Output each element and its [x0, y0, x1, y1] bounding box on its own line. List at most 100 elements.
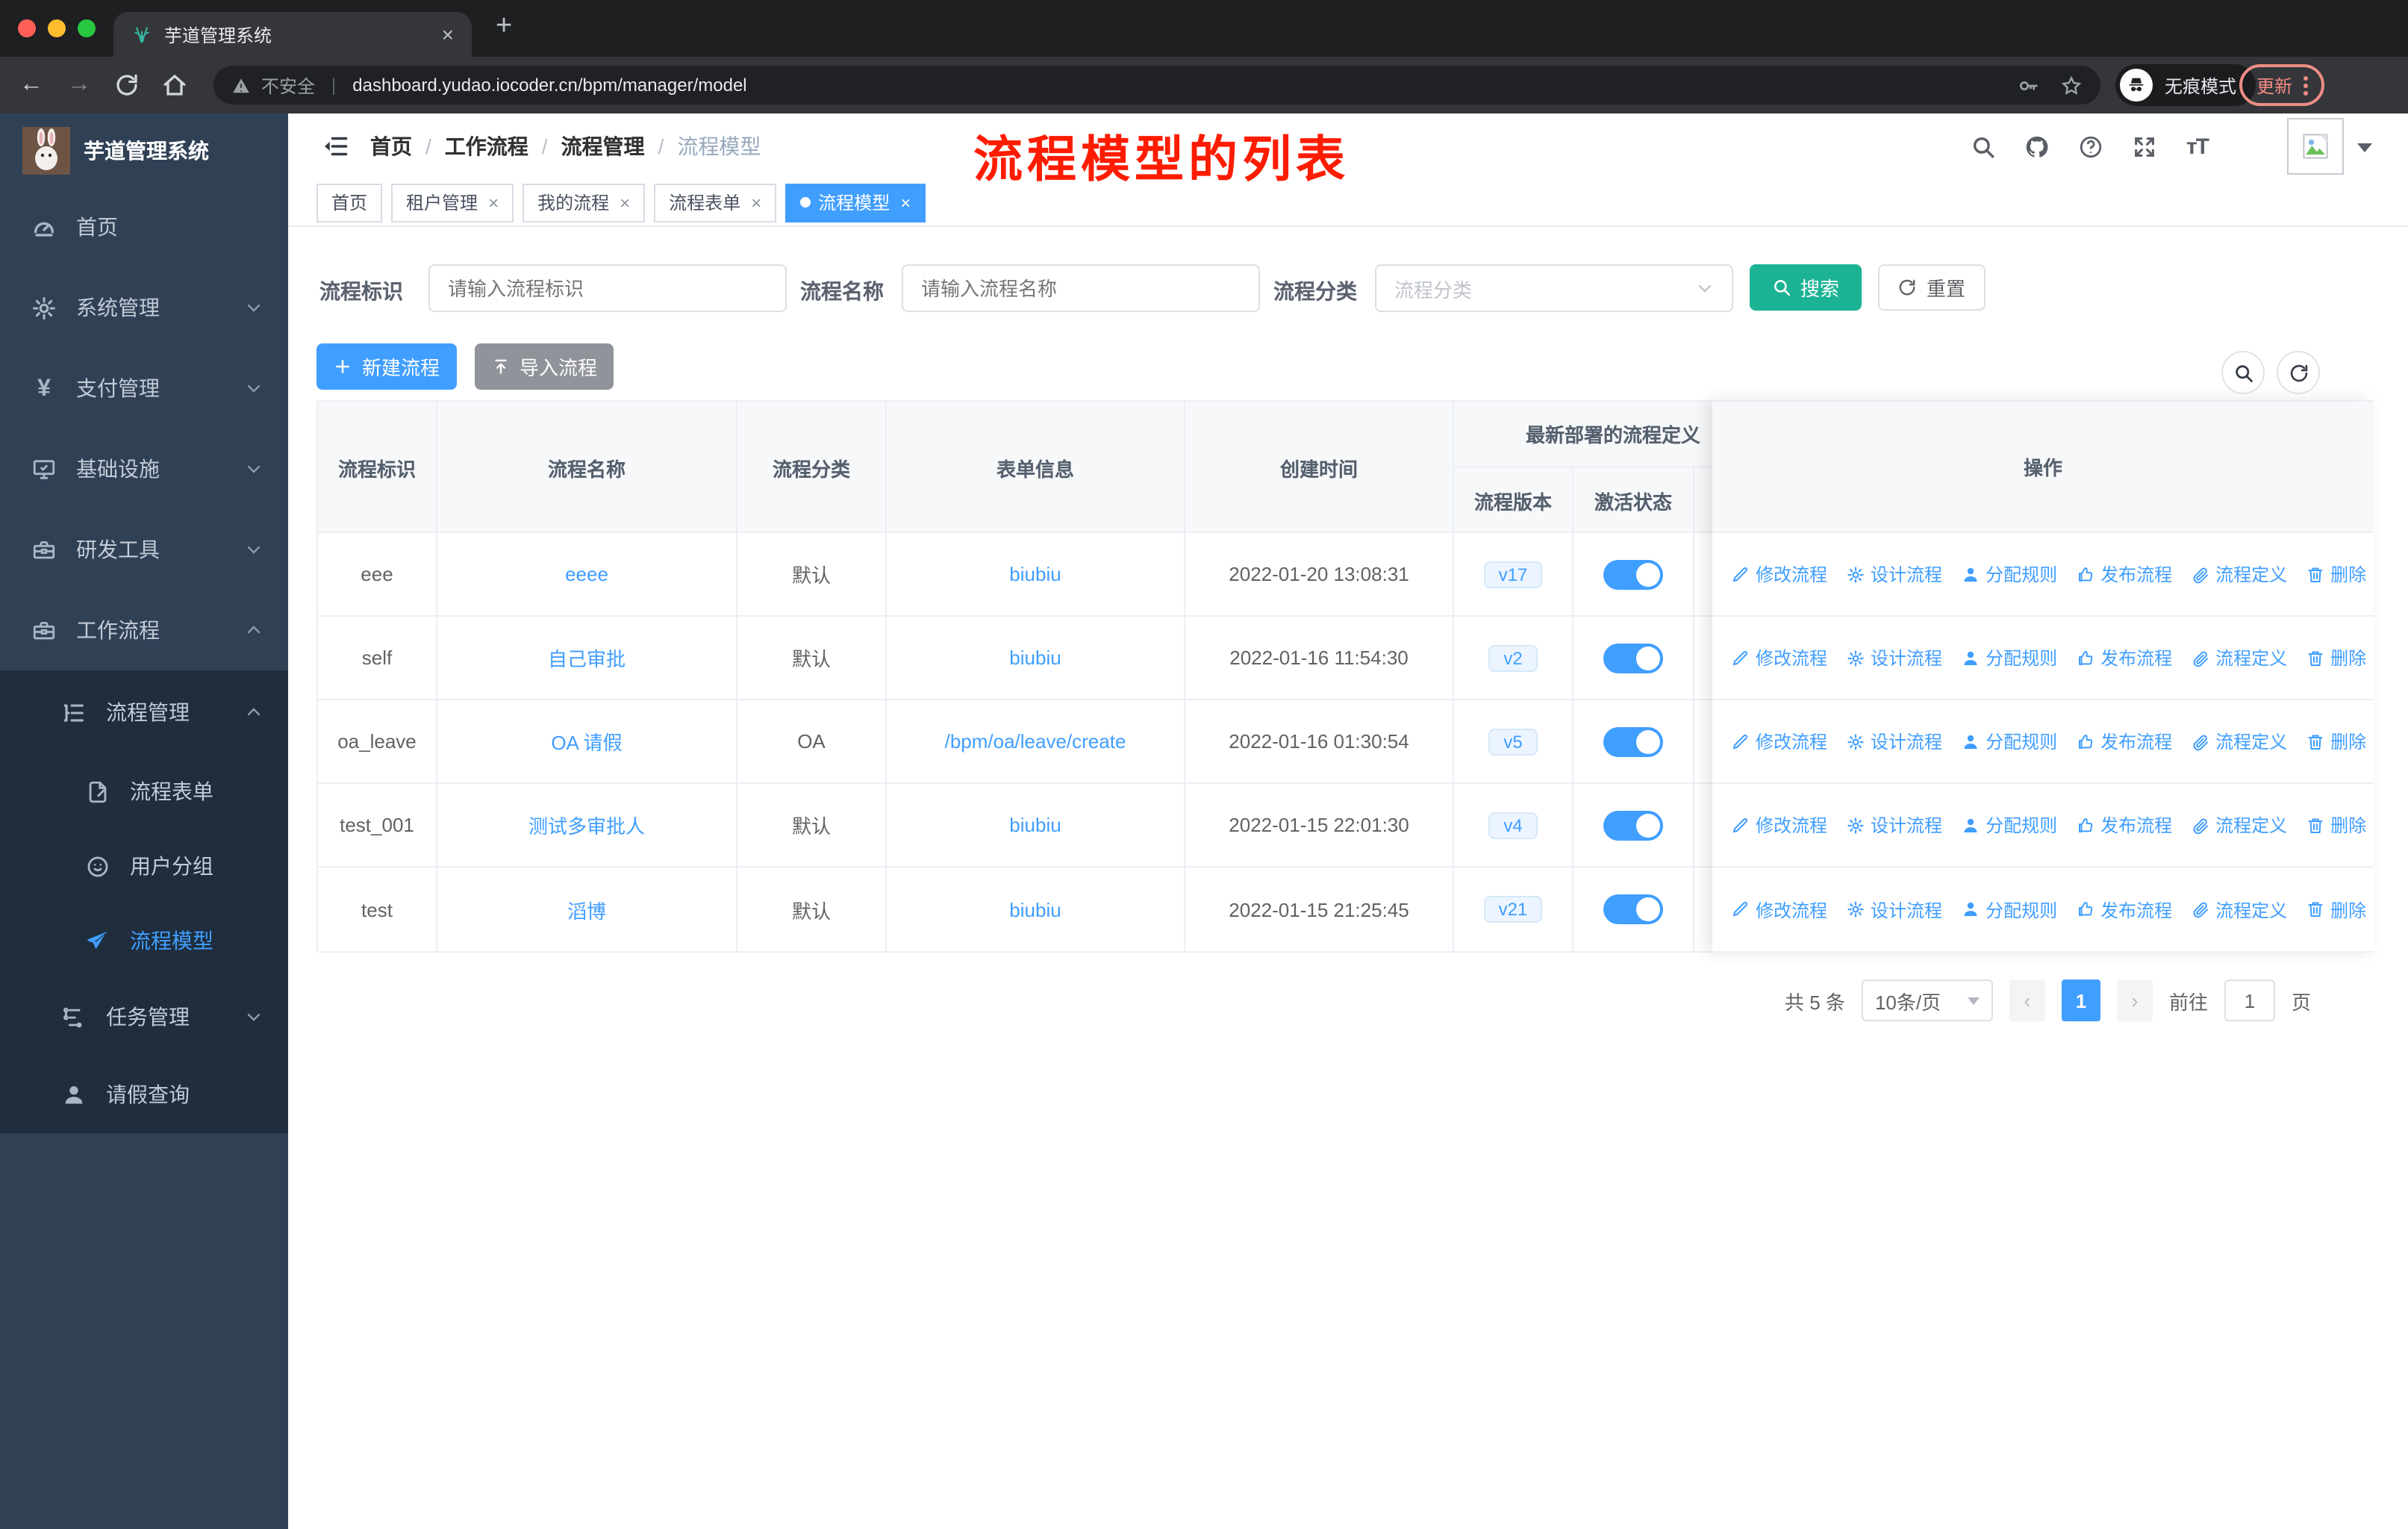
- breadcrumb-item[interactable]: 首页: [370, 131, 412, 161]
- active-toggle[interactable]: [1603, 810, 1663, 840]
- address-bar[interactable]: 不安全 | dashboard.yudao.iocoder.cn/bpm/man…: [213, 66, 2100, 105]
- cell-form-link[interactable]: biubiu: [887, 784, 1185, 866]
- cell-name-link[interactable]: OA 请假: [437, 700, 737, 782]
- tag-tenant[interactable]: 租户管理 ×: [391, 183, 514, 222]
- sidebar-item-devtools[interactable]: 研发工具: [0, 509, 288, 590]
- next-page-button[interactable]: ›: [2116, 980, 2153, 1021]
- process-definition-link[interactable]: 流程定义: [2192, 812, 2287, 838]
- hide-search-button[interactable]: [2221, 351, 2265, 394]
- fullscreen-icon[interactable]: [2133, 134, 2158, 159]
- reset-button[interactable]: 重置: [1878, 264, 1986, 311]
- tag-close-icon[interactable]: ×: [751, 192, 761, 213]
- sidebar-item-process-model[interactable]: 流程模型: [0, 903, 288, 978]
- design-process-link[interactable]: 设计流程: [1847, 561, 1942, 587]
- design-process-link[interactable]: 设计流程: [1847, 812, 1942, 838]
- back-icon[interactable]: ←: [18, 72, 45, 99]
- browser-tab[interactable]: 芋道管理系统 ×: [113, 12, 472, 57]
- close-window-button[interactable]: [18, 19, 36, 37]
- assign-rule-link[interactable]: 分配规则: [1962, 729, 2057, 754]
- cell-name-link[interactable]: eeee: [437, 533, 737, 615]
- publish-process-link[interactable]: 发布流程: [2077, 897, 2172, 922]
- publish-process-link[interactable]: 发布流程: [2077, 729, 2172, 754]
- goto-page-input[interactable]: 1: [2224, 980, 2275, 1021]
- publish-process-link[interactable]: 发布流程: [2077, 812, 2172, 838]
- cell-name-link[interactable]: 自己审批: [437, 617, 737, 699]
- font-size-icon[interactable]: тT: [2186, 134, 2209, 159]
- reload-icon[interactable]: [113, 72, 140, 99]
- cell-form-link[interactable]: biubiu: [887, 533, 1185, 615]
- active-toggle[interactable]: [1603, 643, 1663, 673]
- cell-name-link[interactable]: 测试多审批人: [437, 784, 737, 866]
- delete-link[interactable]: 删除: [2306, 897, 2366, 922]
- new-tab-button[interactable]: +: [496, 10, 512, 43]
- design-process-link[interactable]: 设计流程: [1847, 729, 1942, 754]
- assign-rule-link[interactable]: 分配规则: [1962, 897, 2057, 922]
- password-key-icon[interactable]: [2017, 74, 2039, 96]
- sidebar-item-process-form[interactable]: 流程表单: [0, 754, 288, 829]
- design-process-link[interactable]: 设计流程: [1847, 645, 1942, 670]
- cell-form-link[interactable]: biubiu: [887, 617, 1185, 699]
- active-toggle[interactable]: [1603, 726, 1663, 756]
- publish-process-link[interactable]: 发布流程: [2077, 561, 2172, 587]
- sidebar-item-payment[interactable]: ¥ 支付管理: [0, 348, 288, 429]
- tab-close-icon[interactable]: ×: [442, 24, 454, 45]
- process-definition-link[interactable]: 流程定义: [2192, 897, 2287, 922]
- minimize-window-button[interactable]: [48, 19, 66, 37]
- prev-page-button[interactable]: ‹: [2009, 980, 2045, 1021]
- collapse-sidebar-icon[interactable]: [322, 133, 349, 160]
- sidebar-item-user-group[interactable]: 用户分组: [0, 829, 288, 903]
- delete-link[interactable]: 删除: [2306, 812, 2366, 838]
- github-icon[interactable]: [2025, 134, 2050, 159]
- tag-close-icon[interactable]: ×: [900, 192, 911, 213]
- category-select[interactable]: 流程分类: [1375, 264, 1733, 312]
- modify-process-link[interactable]: 修改流程: [1732, 645, 1827, 670]
- page-size-select[interactable]: 10条/页: [1861, 980, 1993, 1021]
- home-icon[interactable]: [161, 72, 188, 99]
- cell-form-link[interactable]: /bpm/oa/leave/create: [887, 700, 1185, 782]
- cell-form-link[interactable]: biubiu: [887, 868, 1185, 951]
- design-process-link[interactable]: 设计流程: [1847, 897, 1942, 922]
- assign-rule-link[interactable]: 分配规则: [1962, 645, 2057, 670]
- process-definition-link[interactable]: 流程定义: [2192, 561, 2287, 587]
- search-icon[interactable]: [1971, 134, 1997, 159]
- process-definition-link[interactable]: 流程定义: [2192, 729, 2287, 754]
- current-page-button[interactable]: 1: [2061, 980, 2100, 1021]
- sidebar-item-system[interactable]: 系统管理: [0, 267, 288, 348]
- tag-my-process[interactable]: 我的流程 ×: [523, 183, 646, 222]
- bookmark-star-icon[interactable]: [2060, 74, 2083, 96]
- sidebar-item-workflow[interactable]: 工作流程: [0, 590, 288, 670]
- tag-process-model[interactable]: 流程模型 ×: [785, 183, 926, 222]
- breadcrumb-item[interactable]: 流程管理: [561, 131, 645, 161]
- import-process-button[interactable]: 导入流程: [475, 343, 614, 390]
- cell-name-link[interactable]: 滔博: [437, 868, 737, 951]
- sidebar-item-leave-query[interactable]: 请假查询: [0, 1056, 288, 1133]
- forward-icon[interactable]: →: [66, 72, 93, 99]
- sidebar-item-task-management[interactable]: 任务管理: [0, 978, 288, 1056]
- assign-rule-link[interactable]: 分配规则: [1962, 812, 2057, 838]
- create-process-button[interactable]: 新建流程: [316, 343, 457, 390]
- sidebar-item-infra[interactable]: 基础设施: [0, 429, 288, 509]
- sidebar-item-process-management[interactable]: 流程管理: [0, 670, 288, 754]
- active-toggle[interactable]: [1603, 894, 1663, 924]
- process-definition-link[interactable]: 流程定义: [2192, 645, 2287, 670]
- modify-process-link[interactable]: 修改流程: [1732, 729, 1827, 754]
- delete-link[interactable]: 删除: [2306, 645, 2366, 670]
- tag-close-icon[interactable]: ×: [488, 192, 499, 213]
- help-icon[interactable]: [2079, 134, 2104, 159]
- breadcrumb-item[interactable]: 工作流程: [445, 131, 528, 161]
- tag-home[interactable]: 首页: [316, 183, 383, 222]
- delete-link[interactable]: 删除: [2306, 561, 2366, 587]
- process-key-input[interactable]: [428, 264, 787, 312]
- active-toggle[interactable]: [1603, 559, 1663, 589]
- assign-rule-link[interactable]: 分配规则: [1962, 561, 2057, 587]
- user-avatar[interactable]: [2287, 118, 2344, 175]
- process-name-input[interactable]: [902, 264, 1260, 312]
- modify-process-link[interactable]: 修改流程: [1732, 812, 1827, 838]
- publish-process-link[interactable]: 发布流程: [2077, 645, 2172, 670]
- maximize-window-button[interactable]: [78, 19, 96, 37]
- modify-process-link[interactable]: 修改流程: [1732, 897, 1827, 922]
- sidebar-item-home[interactable]: 首页: [0, 187, 288, 267]
- tag-process-form[interactable]: 流程表单 ×: [654, 183, 777, 222]
- browser-update-menu-button[interactable]: 更新: [2239, 64, 2324, 106]
- tag-close-icon[interactable]: ×: [620, 192, 630, 213]
